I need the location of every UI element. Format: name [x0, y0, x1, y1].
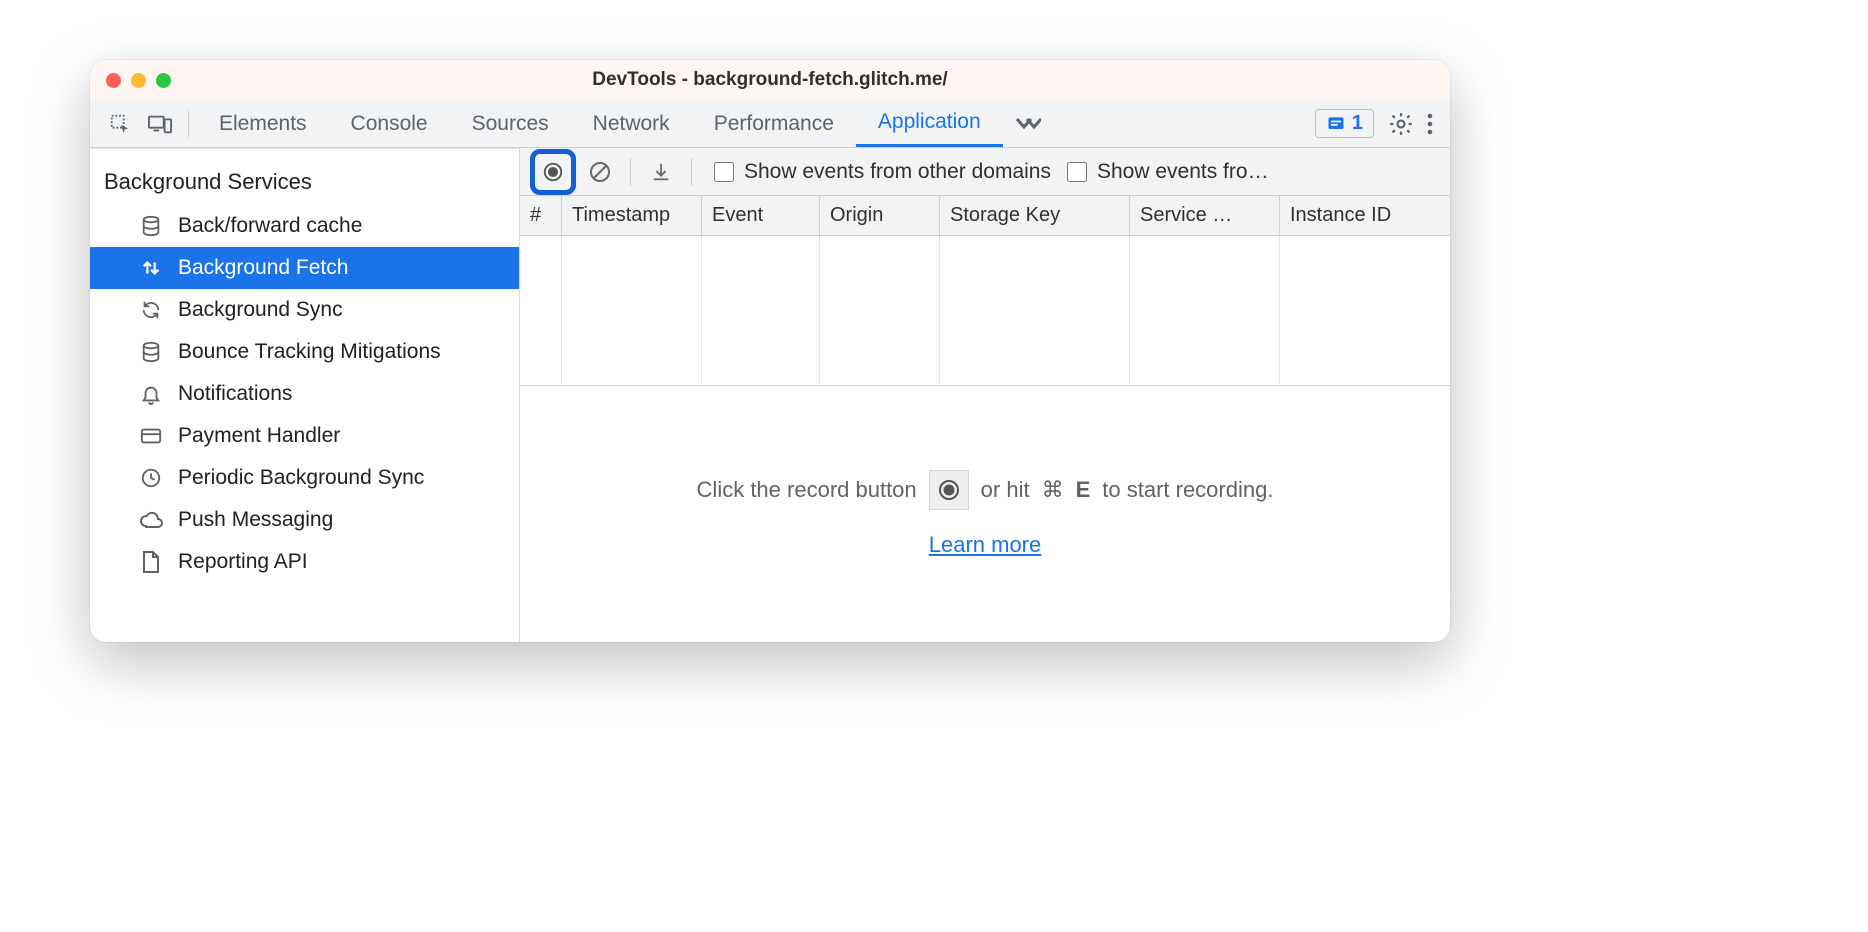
main-split: Background Services Back/forward cache B…	[90, 148, 1450, 642]
issues-badge[interactable]: 1	[1315, 109, 1374, 138]
sidebar-item-label: Payment Handler	[178, 424, 340, 448]
sidebar-item-label: Background Sync	[178, 298, 343, 322]
sidebar-item-background-sync[interactable]: Background Sync	[90, 289, 519, 331]
sidebar-item-payment-handler[interactable]: Payment Handler	[90, 415, 519, 457]
checkbox-label: Show events fro…	[1097, 160, 1269, 184]
checkbox-input[interactable]	[714, 162, 734, 182]
separator	[630, 158, 631, 186]
table-body	[520, 236, 1450, 386]
record-button-highlight	[530, 149, 576, 195]
th-service-worker[interactable]: Service …	[1130, 196, 1280, 235]
th-origin[interactable]: Origin	[820, 196, 940, 235]
hint-text-suffix: to start recording.	[1102, 477, 1273, 503]
more-tabs-icon[interactable]	[1015, 115, 1041, 133]
sidebar-item-label: Background Fetch	[178, 256, 348, 280]
updown-icon	[138, 255, 164, 281]
sidebar-item-periodic-sync[interactable]: Periodic Background Sync	[90, 457, 519, 499]
tab-network[interactable]: Network	[571, 100, 692, 147]
hint-shortcut-sym: ⌘	[1042, 477, 1064, 503]
sidebar-heading: Background Services	[90, 155, 519, 205]
sidebar: Background Services Back/forward cache B…	[90, 148, 520, 642]
sidebar-item-push-messaging[interactable]: Push Messaging	[90, 499, 519, 541]
window-title: DevTools - background-fetch.glitch.me/	[90, 69, 1450, 91]
devtools-window: DevTools - background-fetch.glitch.me/ E…	[90, 60, 1450, 642]
sidebar-item-label: Back/forward cache	[178, 214, 362, 238]
devtools-topbar: Elements Console Sources Network Perform…	[90, 100, 1450, 148]
tab-application[interactable]: Application	[856, 100, 1003, 147]
sidebar-item-notifications[interactable]: Notifications	[90, 373, 519, 415]
toolbar: Show events from other domains Show even…	[520, 148, 1450, 196]
sidebar-item-background-fetch[interactable]: Background Fetch	[90, 247, 519, 289]
separator	[691, 158, 692, 186]
database-icon	[138, 213, 164, 239]
hint-shortcut-key: E	[1076, 477, 1091, 503]
hint-text-prefix: Click the record button	[697, 477, 917, 503]
events-table: # Timestamp Event Origin Storage Key Ser…	[520, 196, 1450, 386]
sidebar-item-label: Notifications	[178, 382, 292, 406]
tab-performance[interactable]: Performance	[692, 100, 856, 147]
settings-icon[interactable]	[1388, 111, 1414, 137]
inspect-icon[interactable]	[106, 110, 134, 138]
sidebar-item-label: Reporting API	[178, 550, 308, 574]
learn-more-link[interactable]: Learn more	[929, 532, 1042, 558]
sidebar-item-label: Bounce Tracking Mitigations	[178, 340, 441, 364]
card-icon	[138, 423, 164, 449]
tab-sources[interactable]: Sources	[450, 100, 571, 147]
file-icon	[138, 549, 164, 575]
panel-tabs: Elements Console Sources Network Perform…	[197, 100, 1003, 147]
th-event[interactable]: Event	[702, 196, 820, 235]
clear-button[interactable]	[584, 156, 616, 188]
checkbox-events-truncated[interactable]: Show events fro…	[1067, 160, 1269, 184]
more-menu-icon[interactable]	[1426, 112, 1434, 136]
close-window-button[interactable]	[106, 73, 121, 88]
issues-count: 1	[1352, 112, 1363, 135]
hint-text-mid: or hit	[981, 477, 1030, 503]
separator	[188, 111, 189, 137]
sidebar-item-bounce-tracking[interactable]: Bounce Tracking Mitigations	[90, 331, 519, 373]
bell-icon	[138, 381, 164, 407]
sidebar-item-reporting-api[interactable]: Reporting API	[90, 541, 519, 583]
th-index[interactable]: #	[520, 196, 562, 235]
table-header: # Timestamp Event Origin Storage Key Ser…	[520, 196, 1450, 236]
th-instance-id[interactable]: Instance ID	[1280, 196, 1450, 235]
th-timestamp[interactable]: Timestamp	[562, 196, 702, 235]
checkbox-label: Show events from other domains	[744, 160, 1051, 184]
tab-elements[interactable]: Elements	[197, 100, 329, 147]
sync-icon	[138, 297, 164, 323]
sidebar-item-label: Periodic Background Sync	[178, 466, 424, 490]
checkbox-input[interactable]	[1067, 162, 1087, 182]
recording-hint: Click the record button or hit ⌘ E to st…	[520, 386, 1450, 642]
content-pane: Show events from other domains Show even…	[520, 148, 1450, 642]
minimize-window-button[interactable]	[131, 73, 146, 88]
tab-console[interactable]: Console	[329, 100, 450, 147]
cloud-icon	[138, 507, 164, 533]
th-storage-key[interactable]: Storage Key	[940, 196, 1130, 235]
hint-line: Click the record button or hit ⌘ E to st…	[697, 470, 1274, 510]
sidebar-item-label: Push Messaging	[178, 508, 333, 532]
record-button[interactable]	[537, 156, 569, 188]
record-icon	[929, 470, 969, 510]
device-toggle-icon[interactable]	[146, 110, 174, 138]
clock-icon	[138, 465, 164, 491]
database-icon	[138, 339, 164, 365]
save-button[interactable]	[645, 156, 677, 188]
checkbox-other-domains[interactable]: Show events from other domains	[714, 160, 1051, 184]
zoom-window-button[interactable]	[156, 73, 171, 88]
titlebar: DevTools - background-fetch.glitch.me/	[90, 60, 1450, 100]
traffic-lights	[90, 73, 171, 88]
sidebar-item-back-forward-cache[interactable]: Back/forward cache	[90, 205, 519, 247]
